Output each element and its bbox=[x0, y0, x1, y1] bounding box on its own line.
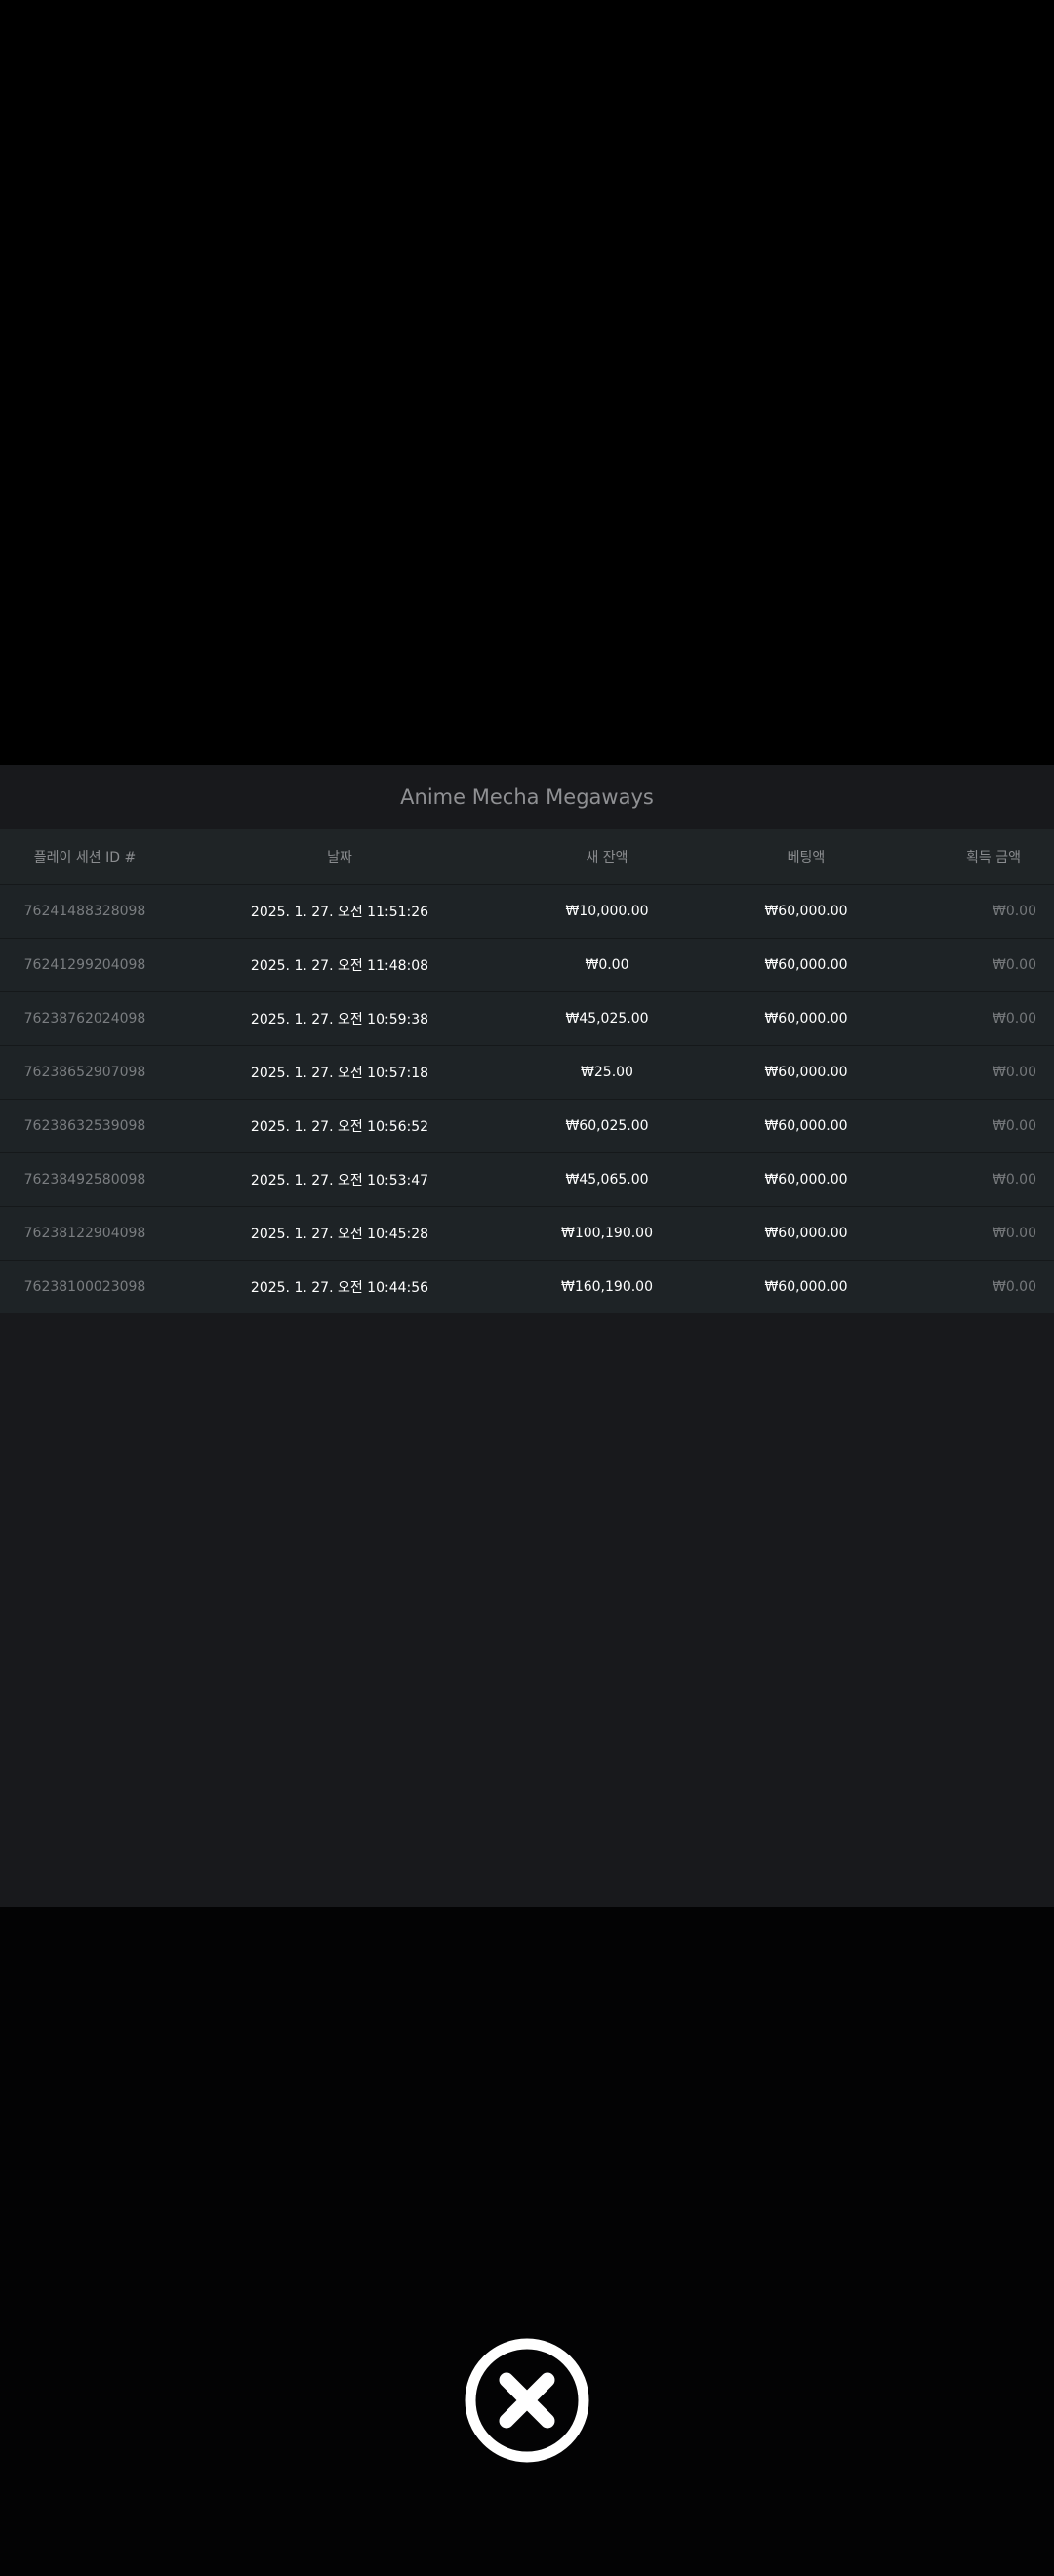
session-id-cell: 76241299204098 bbox=[0, 938, 170, 992]
date-cell: 2025. 1. 27. 오전 10:53:47 bbox=[170, 1152, 509, 1207]
new-balance-cell: ₩100,190.00 bbox=[509, 1206, 705, 1261]
date-cell: 2025. 1. 27. 오전 11:48:08 bbox=[170, 938, 509, 992]
win-cell: ₩0.00 bbox=[908, 1099, 1054, 1153]
win-cell: ₩0.00 bbox=[908, 1152, 1054, 1207]
bet-history-table: 플레이 세션 ID # 날짜 새 잔액 베팅액 획득 금액 7624148832… bbox=[0, 829, 1054, 1313]
new-balance-cell: ₩45,025.00 bbox=[509, 991, 705, 1046]
game-backdrop-bottom bbox=[0, 1907, 1054, 2576]
close-x-circle-icon bbox=[465, 2338, 589, 2463]
table-row[interactable]: 76238100023098 2025. 1. 27. 오전 10:44:56 … bbox=[0, 1260, 1054, 1313]
win-cell: ₩0.00 bbox=[908, 1260, 1054, 1313]
table-row[interactable]: 76238762024098 2025. 1. 27. 오전 10:59:38 … bbox=[0, 991, 1054, 1046]
table-header-row: 플레이 세션 ID # 날짜 새 잔액 베팅액 획득 금액 bbox=[0, 829, 1054, 885]
bet-cell: ₩60,000.00 bbox=[705, 1045, 908, 1100]
panel-title: Anime Mecha Megaways bbox=[400, 785, 654, 809]
table-row[interactable]: 76238632539098 2025. 1. 27. 오전 10:56:52 … bbox=[0, 1099, 1054, 1153]
bet-cell: ₩60,000.00 bbox=[705, 1152, 908, 1207]
bet-cell: ₩60,000.00 bbox=[705, 1206, 908, 1261]
win-cell: ₩0.00 bbox=[908, 938, 1054, 992]
header-new-balance: 새 잔액 bbox=[509, 829, 705, 885]
close-button[interactable] bbox=[465, 2338, 589, 2463]
session-id-cell: 76238652907098 bbox=[0, 1045, 170, 1100]
bet-cell: ₩60,000.00 bbox=[705, 1260, 908, 1313]
date-cell: 2025. 1. 27. 오전 10:57:18 bbox=[170, 1045, 509, 1100]
header-bet: 베팅액 bbox=[705, 829, 908, 885]
win-cell: ₩0.00 bbox=[908, 884, 1054, 939]
header-session-id: 플레이 세션 ID # bbox=[0, 829, 170, 885]
new-balance-cell: ₩160,190.00 bbox=[509, 1260, 705, 1313]
win-cell: ₩0.00 bbox=[908, 991, 1054, 1046]
date-cell: 2025. 1. 27. 오전 10:56:52 bbox=[170, 1099, 509, 1153]
date-cell: 2025. 1. 27. 오전 10:44:56 bbox=[170, 1260, 509, 1313]
table-row[interactable]: 76241299204098 2025. 1. 27. 오전 11:48:08 … bbox=[0, 938, 1054, 992]
session-id-cell: 76238100023098 bbox=[0, 1260, 170, 1313]
bet-cell: ₩60,000.00 bbox=[705, 991, 908, 1046]
bet-cell: ₩60,000.00 bbox=[705, 1099, 908, 1153]
table-row[interactable]: 76238122904098 2025. 1. 27. 오전 10:45:28 … bbox=[0, 1206, 1054, 1261]
bet-cell: ₩60,000.00 bbox=[705, 938, 908, 992]
new-balance-cell: ₩60,025.00 bbox=[509, 1099, 705, 1153]
header-win: 획득 금액 bbox=[908, 829, 1054, 885]
game-backdrop-top bbox=[0, 0, 1054, 765]
win-cell: ₩0.00 bbox=[908, 1045, 1054, 1100]
session-id-cell: 76238492580098 bbox=[0, 1152, 170, 1207]
new-balance-cell: ₩10,000.00 bbox=[509, 884, 705, 939]
header-date: 날짜 bbox=[170, 829, 509, 885]
win-cell: ₩0.00 bbox=[908, 1206, 1054, 1261]
date-cell: 2025. 1. 27. 오전 10:45:28 bbox=[170, 1206, 509, 1261]
session-id-cell: 76238122904098 bbox=[0, 1206, 170, 1261]
session-id-cell: 76238762024098 bbox=[0, 991, 170, 1046]
session-id-cell: 76241488328098 bbox=[0, 884, 170, 939]
date-cell: 2025. 1. 27. 오전 10:59:38 bbox=[170, 991, 509, 1046]
bet-history-panel: Anime Mecha Megaways 플레이 세션 ID # 날짜 새 잔액… bbox=[0, 765, 1054, 1907]
new-balance-cell: ₩0.00 bbox=[509, 938, 705, 992]
session-id-cell: 76238632539098 bbox=[0, 1099, 170, 1153]
table-row[interactable]: 76241488328098 2025. 1. 27. 오전 11:51:26 … bbox=[0, 884, 1054, 939]
new-balance-cell: ₩25.00 bbox=[509, 1045, 705, 1100]
table-row[interactable]: 76238492580098 2025. 1. 27. 오전 10:53:47 … bbox=[0, 1152, 1054, 1207]
table-row[interactable]: 76238652907098 2025. 1. 27. 오전 10:57:18 … bbox=[0, 1045, 1054, 1100]
new-balance-cell: ₩45,065.00 bbox=[509, 1152, 705, 1207]
date-cell: 2025. 1. 27. 오전 11:51:26 bbox=[170, 884, 509, 939]
bet-cell: ₩60,000.00 bbox=[705, 884, 908, 939]
